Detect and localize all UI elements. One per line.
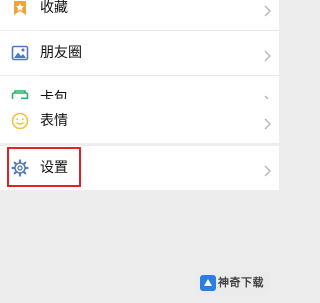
sticker-smiley-icon (11, 112, 29, 130)
favorites-label: 收藏 (40, 0, 68, 16)
settings-highlight-box (7, 147, 81, 187)
favorites-icon (11, 0, 29, 17)
watermark-logo-icon (200, 275, 216, 291)
chevron-right-icon (264, 2, 271, 17)
chevron-right-icon (264, 162, 271, 177)
stickers-label: 表情 (40, 113, 68, 129)
moments-label: 朋友圈 (40, 45, 82, 61)
menu-item-moments[interactable]: 朋友圈 (0, 31, 279, 75)
watermark: 神奇下载 (195, 271, 271, 295)
moments-icon (11, 44, 29, 62)
watermark-text: 神奇下载 (218, 276, 264, 289)
menu-item-stickers[interactable]: 表情 (0, 99, 279, 143)
chevron-right-icon (264, 115, 271, 130)
chevron-right-icon (264, 47, 271, 62)
menu-item-favorites[interactable]: 收藏 (0, 0, 279, 30)
